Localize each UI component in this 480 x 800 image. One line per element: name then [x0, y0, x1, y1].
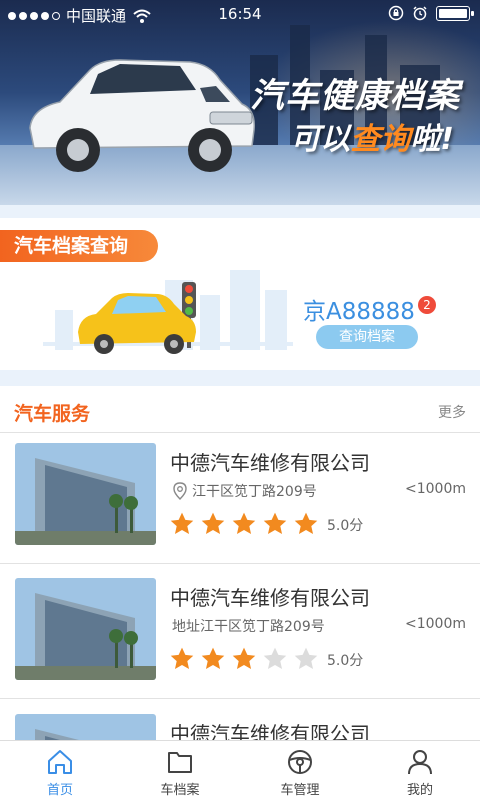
more-link[interactable]: 更多: [438, 402, 466, 422]
shop-address: 地址江干区笕丁路209号: [172, 616, 325, 636]
bottom-tab-bar: 首页 车档案 车管理 我的: [0, 740, 480, 800]
tab-label: 我的: [406, 783, 433, 798]
shop-distance: <1000m: [405, 481, 466, 497]
star-filled-icon: [170, 512, 194, 534]
license-plate: 京A88888: [303, 299, 415, 325]
shop-list-item[interactable]: 中德汽车维修有限公司 江干区笕丁路209号 <1000m 5.0分: [0, 433, 480, 568]
star-filled-icon: [170, 647, 194, 669]
section-gap: [0, 205, 480, 218]
alarm-icon: [413, 6, 427, 21]
shop-name: 中德汽车维修有限公司: [170, 586, 370, 610]
shop-name: 中德汽车维修有限公司: [170, 451, 370, 475]
tab-car-archive[interactable]: 车档案: [120, 741, 240, 800]
location-pin-icon: [173, 482, 187, 500]
star-filled-icon: [232, 512, 256, 534]
banner-subtitle: 可以查询啦!: [290, 114, 454, 158]
shop-list-item[interactable]: 中德汽车维修有限公司 地址江干区笕丁路209号 <1000m 5.0分: [0, 568, 480, 703]
tab-home[interactable]: 首页: [0, 741, 120, 800]
tab-profile[interactable]: 我的: [360, 741, 480, 800]
shop-photo: [15, 578, 156, 680]
banner-subtitle-prefix: 可以: [290, 122, 351, 157]
divider: [0, 698, 480, 699]
battery-icon: [436, 5, 474, 21]
star-empty-icon: [294, 647, 318, 669]
star-filled-icon: [201, 647, 225, 669]
services-title: 汽车服务: [14, 403, 91, 425]
shop-photo: [15, 443, 156, 545]
shop-address-text: 江干区笕丁路209号: [192, 484, 317, 500]
star-empty-icon: [263, 647, 287, 669]
app-screen: 汽车健康档案 可以查询啦! 中国联通 16:54 汽车档案查询 京A88888 …: [0, 0, 480, 800]
tab-label: 车档案: [160, 783, 200, 798]
rating-stars: [169, 646, 319, 672]
car-archive-illustration: [43, 270, 293, 354]
rotation-lock-icon: [388, 5, 404, 21]
shop-address: 江干区笕丁路209号: [172, 481, 317, 501]
user-icon: [408, 750, 432, 775]
shop-distance: <1000m: [405, 616, 466, 632]
rating-stars: [169, 511, 319, 537]
star-filled-icon: [294, 512, 318, 534]
status-bar-right: [388, 5, 474, 21]
status-bar: 中国联通 16:54: [0, 0, 480, 28]
tab-car-management[interactable]: 车管理: [240, 741, 360, 800]
archive-query-tag: 汽车档案查询: [0, 230, 158, 262]
notification-badge: 2: [418, 296, 436, 314]
steering-wheel-icon: [288, 750, 312, 774]
star-filled-icon: [232, 647, 256, 669]
section-gap: [0, 370, 480, 386]
banner-title: 汽车健康档案: [250, 76, 460, 116]
star-filled-icon: [201, 512, 225, 534]
shop-score: 5.0分: [327, 518, 364, 534]
promo-banner[interactable]: 汽车健康档案 可以查询啦!: [0, 0, 480, 205]
divider: [0, 563, 480, 564]
suv-illustration: [29, 59, 255, 172]
shop-address-text: 地址江干区笕丁路209号: [172, 619, 325, 635]
shop-score: 5.0分: [327, 653, 364, 669]
tab-label: 首页: [46, 783, 73, 798]
query-archive-button[interactable]: 查询档案: [316, 325, 418, 349]
banner-subtitle-highlight: 查询: [350, 122, 411, 157]
banner-subtitle-suffix: 啦!: [410, 122, 454, 157]
star-filled-icon: [263, 512, 287, 534]
folder-icon: [168, 752, 192, 773]
home-icon: [48, 750, 72, 774]
tab-label: 车管理: [280, 783, 320, 798]
